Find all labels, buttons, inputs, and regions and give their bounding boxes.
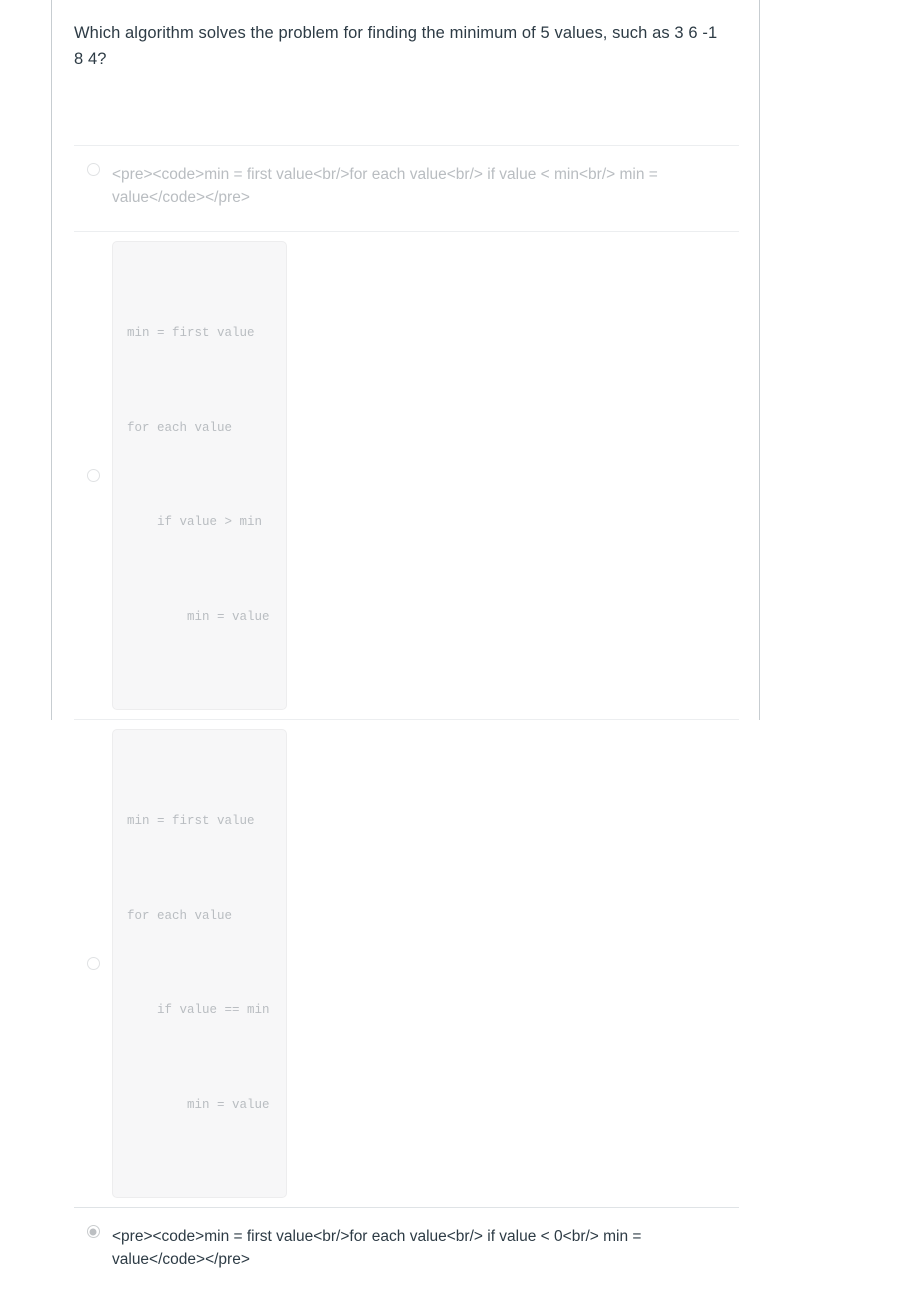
answer-radio-wrapper[interactable]: [74, 1222, 112, 1238]
answer-content: <pre><code>min = first value<br/>for eac…: [112, 160, 739, 213]
radio-button-unselected[interactable]: [86, 957, 100, 970]
code-line: min = value: [127, 609, 270, 624]
answer-option-selected[interactable]: <pre><code>min = first value<br/>for eac…: [74, 1207, 739, 1293]
quiz-question-card: Which algorithm solves the problem for f…: [51, 0, 760, 1268]
answer-content: min = first value for each value if valu…: [112, 720, 739, 1207]
answer-code-block: min = first value for each value if valu…: [112, 241, 287, 710]
answer-option[interactable]: <pre><code>min = first value<br/>for eac…: [74, 145, 739, 231]
question-text: Which algorithm solves the problem for f…: [74, 24, 718, 68]
answer-list: <pre><code>min = first value<br/>for eac…: [74, 145, 739, 1293]
radio-button-selected[interactable]: [86, 1225, 100, 1238]
answer-radio-wrapper[interactable]: [74, 469, 112, 482]
code-line: min = first value: [127, 326, 255, 340]
code-line: if value == min: [127, 1003, 270, 1017]
answer-content: min = first value for each value if valu…: [112, 232, 739, 719]
code-line: for each value: [127, 908, 233, 923]
answer-radio-wrapper[interactable]: [74, 957, 112, 970]
answer-raw-markup-text: <pre><code>min = first value<br/>for eac…: [112, 166, 658, 206]
answer-content: <pre><code>min = first value<br/>for eac…: [112, 1222, 739, 1275]
answer-option[interactable]: min = first value for each value if valu…: [74, 231, 739, 719]
question-body: Which algorithm solves the problem for f…: [74, 21, 729, 72]
answer-raw-markup-text: <pre><code>min = first value<br/>for eac…: [112, 1228, 642, 1268]
radio-button-unselected[interactable]: [86, 469, 100, 482]
code-line: min = first value: [127, 814, 255, 828]
answer-option[interactable]: min = first value for each value if valu…: [74, 719, 739, 1207]
answer-radio-wrapper[interactable]: [74, 160, 112, 176]
radio-button-unselected[interactable]: [86, 163, 100, 176]
code-line: if value > min: [127, 515, 263, 529]
code-line: min = value: [127, 1097, 270, 1112]
answer-code-block: min = first value for each value if valu…: [112, 729, 287, 1198]
code-line: for each value: [127, 420, 233, 435]
